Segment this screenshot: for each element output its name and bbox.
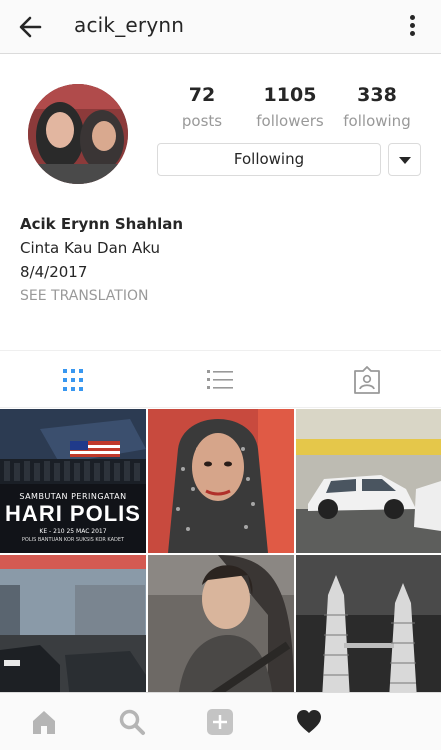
post-thumbnail[interactable] [296, 409, 441, 553]
followers-label: followers [256, 112, 324, 130]
post-thumbnail[interactable] [148, 409, 294, 553]
avatar[interactable] [28, 84, 128, 184]
more-options-icon[interactable] [402, 12, 422, 42]
following-stat[interactable]: 338 following [337, 84, 417, 130]
full-name: Acik Erynn Shahlan [20, 215, 184, 233]
following-count: 338 [357, 84, 397, 106]
poster-line-4: POLIS BANTUAN KOR SUKSIS KOR KADET [21, 537, 125, 543]
post-thumbnail[interactable] [0, 555, 146, 699]
profile-username: acik_erynn [74, 13, 185, 37]
following-label: following [343, 112, 411, 130]
top-bar: acik_erynn [0, 0, 441, 54]
following-button[interactable]: Following [157, 143, 381, 176]
home-icon[interactable] [29, 707, 59, 737]
bottom-navigation [0, 692, 441, 750]
suggested-dropdown-button[interactable] [388, 143, 421, 176]
car-image [296, 409, 441, 553]
followers-stat[interactable]: 1105 followers [250, 84, 330, 130]
followers-count: 1105 [263, 84, 317, 106]
post-thumbnail[interactable] [148, 555, 294, 699]
back-arrow-icon[interactable] [16, 12, 46, 42]
twin-towers-image [296, 555, 441, 699]
search-icon[interactable] [117, 707, 147, 737]
avatar-image [28, 84, 128, 184]
post-thumbnail[interactable]: SAMBUTAN PERINGATAN HARI POLIS KE - 210 … [0, 409, 146, 553]
list-icon[interactable] [205, 366, 235, 394]
photo-grid: SAMBUTAN PERINGATAN HARI POLIS KE - 210 … [0, 409, 441, 699]
tagged-photos-icon[interactable] [352, 366, 382, 394]
poster-line-3: KE - 210 25 MAC 2017 [39, 528, 107, 535]
profile-tab-bar [0, 350, 441, 408]
poster-line-2: HARI POLIS [5, 501, 141, 526]
selfie-in-car-image [148, 555, 294, 699]
poster-line-1: SAMBUTAN PERINGATAN [19, 492, 127, 501]
traffic-image [0, 555, 146, 699]
post-thumbnail[interactable] [296, 555, 441, 699]
add-post-icon[interactable] [205, 707, 235, 737]
bio-line-2: 8/4/2017 [20, 263, 88, 281]
selfie-image [148, 409, 294, 553]
heart-icon[interactable] [294, 707, 324, 737]
posts-count: 72 [188, 84, 216, 106]
posts-label: posts [181, 112, 223, 130]
bio: Acik Erynn Shahlan Cinta Kau Dan Aku 8/4… [20, 212, 183, 308]
see-translation-link[interactable]: SEE TRANSLATION [20, 284, 183, 308]
bio-line-1: Cinta Kau Dan Aku [20, 239, 161, 257]
grid-icon[interactable] [58, 366, 88, 394]
posts-stat: 72 posts [162, 84, 242, 130]
